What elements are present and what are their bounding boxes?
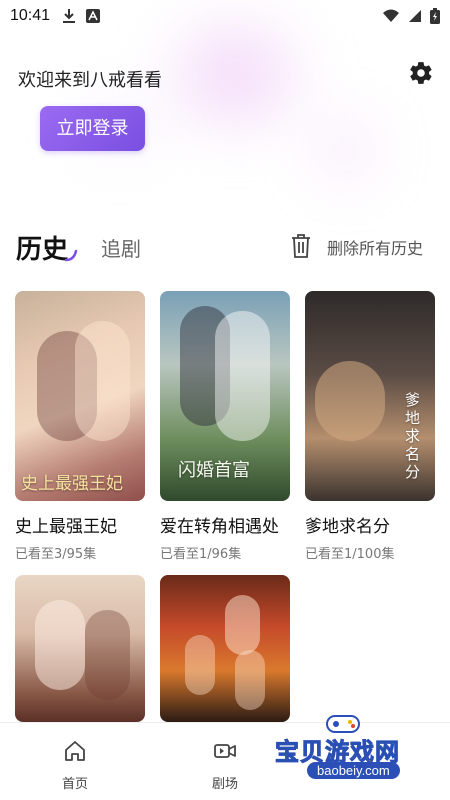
poster-image [15,575,145,722]
welcome-text: 欢迎来到八戒看看 [18,70,162,91]
poster-caption: 爹地求名分 [405,391,421,481]
trash-icon[interactable] [290,233,312,259]
signal-icon [409,10,421,22]
card-title[interactable]: 史上最强王妃 [15,512,117,537]
poster-caption: 闪婚首富 [178,460,250,481]
status-system [382,8,440,24]
poster-figure [75,321,130,441]
status-time: 10:41 [10,7,51,24]
tab-follow[interactable]: 追剧 [101,233,141,262]
poster-image: 闪婚首富 [160,291,290,501]
watermark: 宝贝游戏网 baobeiy.com [275,712,425,790]
card-progress: 已看至1/100集 [305,547,395,562]
nav-theater-label: 剧场 [211,777,238,792]
delete-all-history-button[interactable]: 删除所有历史 [327,235,423,259]
history-card[interactable]: 闪婚首富 [160,291,290,501]
app-notification-icon [86,9,101,23]
wifi-icon [383,9,399,22]
tab-active-indicator [64,249,78,262]
watermark-url: baobeiy.com [307,762,400,779]
poster-figure [35,600,85,690]
status-notifications [62,8,101,24]
download-icon [63,9,76,23]
history-card[interactable] [160,575,290,722]
history-card[interactable]: 爹地求名分 [305,291,435,501]
poster-figure [235,650,265,710]
poster-figure [225,595,260,655]
poster-figure [315,361,385,441]
poster-figure [185,635,215,695]
poster-image [160,575,290,722]
poster-image: 史上最强王妃 [15,291,145,501]
home-icon [65,741,85,761]
poster-figure [85,610,130,700]
decorative-blob [300,110,390,190]
tab-history[interactable]: 历史 [16,229,68,266]
card-progress: 已看至3/95集 [15,547,97,562]
card-title[interactable]: 爱在转角相遇处 [160,512,279,537]
card-progress: 已看至1/96集 [160,547,242,562]
video-icon [214,744,236,758]
battery-icon [430,8,440,24]
nav-home-label: 首页 [61,777,88,792]
history-card[interactable] [15,575,145,722]
card-title[interactable]: 爹地求名分 [305,512,390,537]
screen: 10:41 欢迎来到八戒看看 立即登录 历史 追剧 删除所有历史 史上最强王妃 … [0,0,450,800]
poster-caption: 史上最强王妃 [21,474,123,494]
poster-figure [215,311,270,441]
status-bar: 10:41 [0,0,450,32]
settings-gear-icon[interactable] [408,60,434,86]
nav-theater[interactable]: 剧场 [185,739,265,792]
login-button[interactable]: 立即登录 [40,106,145,151]
history-card[interactable]: 史上最强王妃 [15,291,145,501]
nav-home[interactable]: 首页 [35,739,115,792]
poster-image: 爹地求名分 [305,291,435,501]
